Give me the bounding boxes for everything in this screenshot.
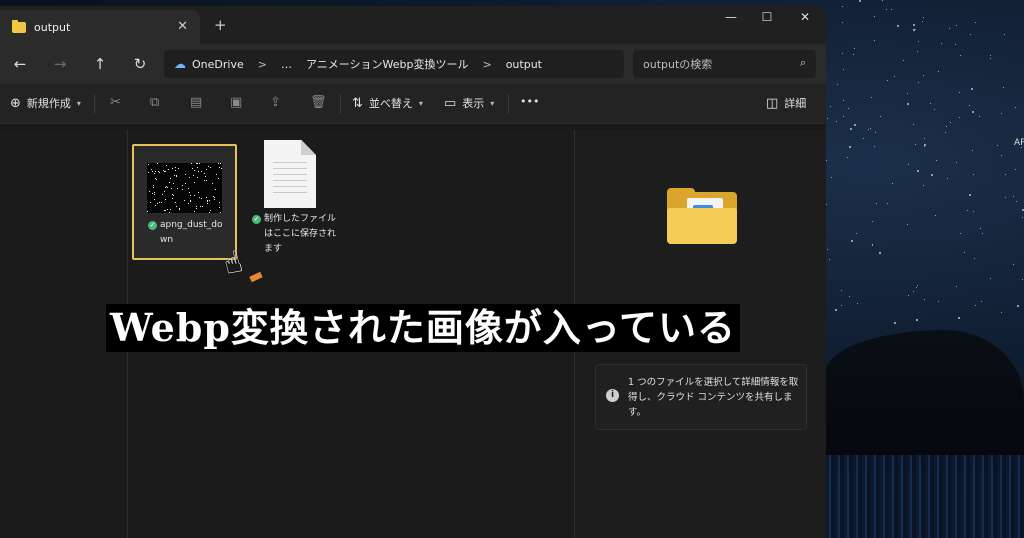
chevron-down-icon: ▾ — [76, 98, 81, 108]
search-input[interactable]: outputの検索 — [643, 56, 712, 72]
file-explorer-window: output ✕ + — ☐ ✕ ← → ↑ ↻ ☁ OneDrive > … … — [0, 6, 826, 538]
sync-check-icon: ✓ — [252, 215, 261, 224]
new-tab-button[interactable]: + — [214, 16, 227, 34]
details-info-card: i 1 つのファイルを選択して詳細情報を取得し、クラウド コンテンツを共有します… — [595, 364, 807, 430]
file-name: ✓ 制作したファイル はここに保存され ます — [252, 212, 336, 257]
new-button[interactable]: ⊕ 新規作成 ▾ — [10, 95, 81, 111]
sort-label: 並べ替え — [368, 97, 413, 110]
address-bar: ← → ↑ ↻ ☁ OneDrive > … アニメーションWebp変換ツール … — [0, 44, 826, 84]
tab-output[interactable]: output ✕ — [0, 10, 200, 44]
scissors-icon: ✂ — [110, 95, 121, 110]
search-box[interactable]: outputの検索 ⌕ — [633, 50, 816, 78]
clipboard-icon: ▤ — [190, 95, 203, 110]
close-button[interactable]: ✕ — [790, 10, 820, 24]
details-button[interactable]: ◫ 詳細 — [766, 95, 806, 111]
breadcrumb-folder[interactable]: アニメーションWebp変換ツール — [306, 56, 469, 72]
desktop-icon-label[interactable]: AP — [1014, 138, 1024, 148]
trash-icon: 🗑 — [310, 95, 327, 110]
overlay-caption: Webp変換された画像が入っている — [106, 304, 740, 352]
delete-button[interactable]: 🗑 — [310, 95, 327, 110]
file-name-line1: apng_dust_do — [160, 220, 223, 230]
file-name: ✓ apng_dust_do wn — [148, 218, 223, 248]
rename-icon: ▣ — [230, 95, 243, 110]
maximize-button[interactable]: ☐ — [752, 10, 782, 24]
breadcrumb-onedrive[interactable]: OneDrive — [192, 58, 244, 71]
breadcrumb-separator[interactable]: > — [258, 58, 267, 71]
chevron-down-icon: ▾ — [490, 98, 495, 108]
info-icon: i — [606, 389, 619, 402]
plus-circle-icon: ⊕ — [10, 95, 21, 111]
file-item-apng[interactable]: ✓ apng_dust_do wn — [132, 144, 237, 260]
file-name-line3: ます — [264, 244, 283, 254]
chevron-down-icon: ▾ — [418, 98, 423, 108]
back-button[interactable]: ← — [0, 55, 40, 73]
details-pane-icon: ◫ — [766, 95, 779, 111]
command-bar: ⊕ 新規作成 ▾ ✂ ⧉ ▤ ▣ ⇪ 🗑 ⇅ 並べ替え ▾ ▭ 表示 ▾ •••… — [0, 84, 826, 124]
details-info-text: 1 つのファイルを選択して詳細情報を取得し、クラウド コンテンツを共有します。 — [628, 377, 799, 418]
rename-button[interactable]: ▣ — [230, 95, 242, 110]
file-thumbnail — [147, 163, 222, 213]
file-name-line2: はここに保存され — [264, 229, 337, 239]
copy-button[interactable]: ⧉ — [150, 95, 159, 110]
mountain-silhouette — [826, 330, 1024, 470]
tab-close-button[interactable]: ✕ — [177, 19, 188, 34]
more-options-button[interactable]: ••• — [520, 95, 539, 108]
details-label: 詳細 — [784, 97, 807, 110]
breadcrumb-ellipsis[interactable]: … — [281, 58, 292, 71]
share-icon: ⇪ — [270, 95, 281, 110]
breadcrumb[interactable]: ☁ OneDrive > … アニメーションWebp変換ツール > output — [164, 50, 624, 78]
tab-bar: output ✕ + — ☐ ✕ — [0, 6, 826, 44]
sort-button[interactable]: ⇅ 並べ替え ▾ — [352, 95, 423, 111]
share-button[interactable]: ⇪ — [270, 95, 281, 110]
lake-reflection — [826, 455, 1024, 538]
sync-check-icon: ✓ — [148, 221, 157, 230]
document-fold — [301, 140, 316, 155]
sort-icon: ⇅ — [352, 95, 363, 111]
cut-button[interactable]: ✂ — [110, 95, 121, 110]
view-button[interactable]: ▭ 表示 ▾ — [444, 95, 494, 111]
forward-button[interactable]: → — [40, 55, 80, 73]
view-label: 表示 — [462, 97, 485, 110]
cloud-icon: ☁ — [174, 57, 186, 71]
tab-title: output — [34, 20, 71, 34]
toolbar-divider — [508, 94, 509, 114]
file-name-line2: wn — [160, 235, 174, 245]
search-icon[interactable]: ⌕ — [800, 56, 806, 70]
folder-icon — [12, 19, 26, 33]
breadcrumb-separator[interactable]: > — [482, 58, 491, 71]
monitor-icon: ▭ — [444, 95, 457, 111]
toolbar-divider — [340, 94, 341, 114]
paste-button[interactable]: ▤ — [190, 95, 202, 110]
folder-preview-icon — [667, 188, 737, 244]
new-label: 新規作成 — [26, 97, 71, 110]
copy-icon: ⧉ — [150, 95, 160, 110]
breadcrumb-output[interactable]: output — [506, 58, 542, 71]
refresh-button[interactable]: ↻ — [120, 55, 160, 73]
up-button[interactable]: ↑ — [80, 55, 120, 73]
toolbar-divider — [94, 94, 95, 114]
minimize-button[interactable]: — — [716, 10, 746, 24]
more-icon: ••• — [520, 95, 540, 108]
file-name-line1: 制作したファイル — [264, 214, 337, 224]
